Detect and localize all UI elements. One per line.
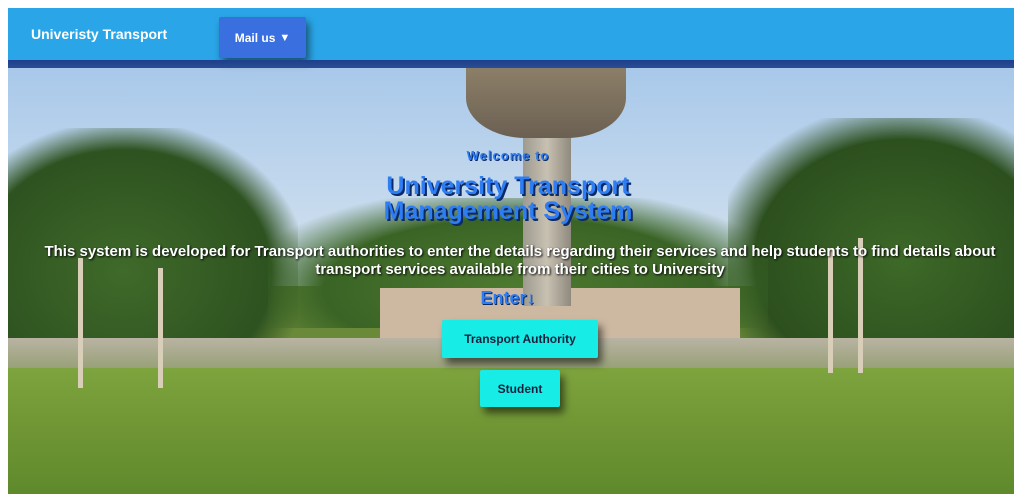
enter-heading: Enter↓ — [0, 288, 1016, 309]
student-button[interactable]: Student — [480, 370, 560, 407]
enter-label: Enter — [480, 288, 527, 308]
arrow-down-icon: ↓ — [526, 288, 536, 308]
title-line-1: University Transport — [386, 172, 630, 200]
page-title: University Transport Management System — [0, 174, 1016, 224]
water-tower-tank — [466, 66, 626, 138]
top-navbar: Univeristy Transport Mail us ▼ — [8, 8, 1014, 60]
triangle-down-icon: ▼ — [279, 31, 291, 44]
navbar-shadow-edge — [8, 60, 1014, 68]
system-description: This system is developed for Transport a… — [44, 243, 996, 278]
title-line-2: Management System — [383, 197, 633, 225]
palm-trunk — [158, 268, 163, 388]
mail-us-label: Mail us — [234, 30, 276, 45]
brand-link[interactable]: Univeristy Transport — [31, 8, 167, 60]
transport-authority-button[interactable]: Transport Authority — [442, 320, 598, 358]
mail-us-dropdown-button[interactable]: Mail us ▼ — [219, 17, 306, 58]
welcome-text: Welcome to — [466, 148, 550, 163]
